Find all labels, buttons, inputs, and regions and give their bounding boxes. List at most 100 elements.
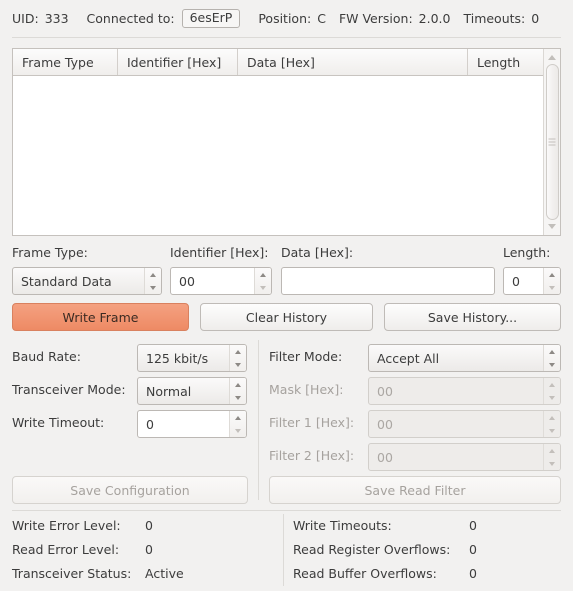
connected-to-field: Connected to: 6esErP bbox=[86, 8, 241, 29]
read-register-overflows-label: Read Register Overflows: bbox=[293, 542, 451, 557]
config-filter-divider bbox=[258, 340, 259, 500]
timeouts-field: Timeouts: 0 bbox=[463, 11, 539, 26]
write-timeouts-row: Write Timeouts: 0 bbox=[293, 518, 477, 533]
connected-device-box[interactable]: 6esErP bbox=[181, 8, 241, 29]
read-buffer-overflows-value: 0 bbox=[469, 566, 477, 581]
mask-value: 00 bbox=[377, 383, 393, 399]
filter-mode-value: Accept All bbox=[377, 350, 440, 366]
identifier-input[interactable]: 00 bbox=[170, 267, 272, 295]
filter2-value: 00 bbox=[377, 449, 393, 465]
clear-history-button[interactable]: Clear History bbox=[200, 303, 373, 331]
read-buffer-overflows-label: Read Buffer Overflows: bbox=[293, 566, 437, 581]
uid-label: UID: bbox=[12, 11, 39, 26]
write-timeouts-label: Write Timeouts: bbox=[293, 518, 392, 533]
transceiver-mode-stepper-icon[interactable] bbox=[229, 378, 246, 404]
write-timeout-label: Write Timeout: bbox=[12, 415, 105, 430]
filter1-label: Filter 1 [Hex]: bbox=[269, 415, 355, 430]
baud-rate-value: 125 kbit/s bbox=[146, 350, 209, 366]
write-timeout-input[interactable]: 0 bbox=[137, 410, 247, 438]
uid-value: 333 bbox=[44, 11, 69, 26]
mask-input[interactable]: 00 bbox=[368, 377, 561, 405]
can-tool-window: UID: 333 Connected to: 6esErP Position: … bbox=[0, 0, 573, 591]
mask-stepper-icon[interactable] bbox=[543, 378, 560, 404]
frame-history-header-row: Frame Type Identifier [Hex] Data [Hex] L… bbox=[13, 49, 543, 76]
read-register-overflows-row: Read Register Overflows: 0 bbox=[293, 542, 477, 557]
write-frame-button[interactable]: Write Frame bbox=[12, 303, 189, 331]
filter1-value: 00 bbox=[377, 416, 393, 432]
identifier-value: 00 bbox=[179, 273, 195, 289]
length-value: 0 bbox=[512, 273, 520, 289]
length-stepper-icon[interactable] bbox=[543, 268, 560, 294]
column-header-data[interactable]: Data [Hex] bbox=[238, 49, 468, 75]
frame-history-scrollbar[interactable] bbox=[543, 49, 560, 235]
frame-type-value: Standard Data bbox=[21, 273, 112, 289]
transceiver-mode-label: Transceiver Mode: bbox=[12, 382, 126, 397]
timeouts-label: Timeouts: bbox=[463, 11, 526, 26]
filter1-stepper-icon[interactable] bbox=[543, 411, 560, 437]
identifier-label: Identifier [Hex]: bbox=[170, 245, 269, 260]
fw-version-field: FW Version: 2.0.0 bbox=[339, 11, 451, 26]
read-error-level-row: Read Error Level: 0 bbox=[12, 542, 153, 557]
connection-status-bar: UID: 333 Connected to: 6esErP Position: … bbox=[0, 0, 573, 37]
read-error-level-label: Read Error Level: bbox=[12, 542, 120, 557]
transceiver-status-label: Transceiver Status: bbox=[12, 566, 132, 581]
filter-mode-select[interactable]: Accept All bbox=[368, 344, 561, 372]
top-divider bbox=[12, 37, 561, 38]
data-label: Data [Hex]: bbox=[281, 245, 354, 260]
baud-rate-label: Baud Rate: bbox=[12, 349, 81, 364]
write-error-level-label: Write Error Level: bbox=[12, 518, 121, 533]
stats-column-divider bbox=[283, 514, 284, 586]
write-timeouts-value: 0 bbox=[469, 518, 477, 533]
scrollbar-grip-icon bbox=[548, 138, 556, 146]
save-read-filter-button[interactable]: Save Read Filter bbox=[269, 476, 561, 504]
baud-rate-stepper-icon[interactable] bbox=[229, 345, 246, 371]
write-error-level-value: 0 bbox=[145, 518, 153, 533]
read-register-overflows-value: 0 bbox=[469, 542, 477, 557]
position-label: Position: bbox=[258, 11, 312, 26]
fw-version-label: FW Version: bbox=[338, 11, 413, 26]
frame-type-label: Frame Type: bbox=[12, 245, 88, 260]
stats-divider bbox=[12, 510, 561, 511]
baud-rate-select[interactable]: 125 kbit/s bbox=[137, 344, 247, 372]
identifier-stepper-icon[interactable] bbox=[254, 268, 271, 294]
timeouts-value: 0 bbox=[531, 11, 540, 26]
write-error-level-row: Write Error Level: 0 bbox=[12, 518, 153, 533]
column-header-identifier[interactable]: Identifier [Hex] bbox=[118, 49, 238, 75]
transceiver-mode-value: Normal bbox=[146, 383, 192, 399]
filter1-input[interactable]: 00 bbox=[368, 410, 561, 438]
scroll-down-arrow-icon[interactable] bbox=[546, 220, 559, 233]
data-input[interactable] bbox=[281, 267, 495, 295]
scroll-up-arrow-icon[interactable] bbox=[546, 51, 559, 64]
save-history-button[interactable]: Save History... bbox=[384, 303, 561, 331]
column-header-length[interactable]: Length bbox=[468, 49, 543, 75]
frame-type-stepper-icon[interactable] bbox=[144, 268, 161, 294]
frame-history-body: Frame Type Identifier [Hex] Data [Hex] L… bbox=[13, 49, 543, 235]
position-field: Position: C bbox=[258, 11, 326, 26]
length-input[interactable]: 0 bbox=[503, 267, 561, 295]
connected-to-label: Connected to: bbox=[86, 11, 175, 26]
mask-label: Mask [Hex]: bbox=[269, 382, 344, 397]
filter-mode-label: Filter Mode: bbox=[269, 349, 343, 364]
filter2-stepper-icon[interactable] bbox=[543, 444, 560, 470]
filter2-label: Filter 2 [Hex]: bbox=[269, 448, 355, 463]
read-error-level-value: 0 bbox=[145, 542, 153, 557]
frame-type-select[interactable]: Standard Data bbox=[12, 267, 162, 295]
scrollbar-track[interactable] bbox=[545, 64, 559, 220]
write-timeout-stepper-icon[interactable] bbox=[229, 411, 246, 437]
save-configuration-button[interactable]: Save Configuration bbox=[12, 476, 248, 504]
length-label: Length: bbox=[503, 245, 551, 260]
transceiver-status-row: Transceiver Status: Active bbox=[12, 566, 184, 581]
transceiver-mode-select[interactable]: Normal bbox=[137, 377, 247, 405]
frame-history-table: Frame Type Identifier [Hex] Data [Hex] L… bbox=[12, 48, 561, 236]
data-value bbox=[282, 268, 494, 294]
transceiver-status-value: Active bbox=[145, 566, 184, 581]
write-timeout-value: 0 bbox=[146, 416, 154, 432]
column-header-frame-type[interactable]: Frame Type bbox=[13, 49, 118, 75]
uid-field: UID: 333 bbox=[12, 11, 69, 26]
frame-history-rows-area[interactable] bbox=[13, 76, 543, 235]
scrollbar-thumb[interactable] bbox=[545, 64, 559, 220]
filter2-input[interactable]: 00 bbox=[368, 443, 561, 471]
position-value: C bbox=[317, 11, 326, 26]
filter-mode-stepper-icon[interactable] bbox=[543, 345, 560, 371]
fw-version-value: 2.0.0 bbox=[418, 11, 451, 26]
